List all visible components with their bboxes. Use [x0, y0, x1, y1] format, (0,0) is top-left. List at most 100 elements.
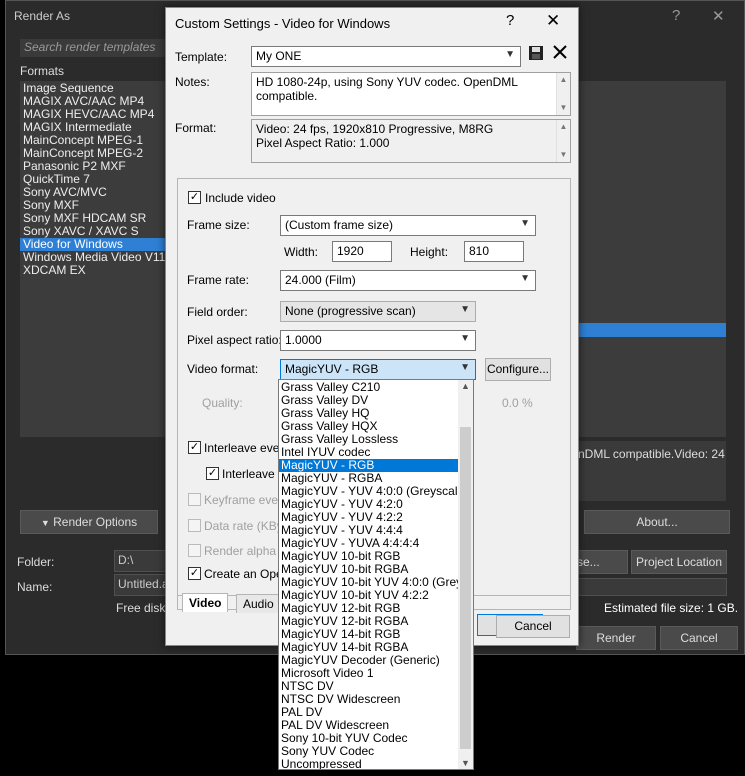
- folder-label: Folder:: [17, 555, 55, 569]
- dropdown-option[interactable]: Intel IYUV codec: [279, 446, 459, 459]
- video-format-label: Video format:: [187, 362, 259, 376]
- dropdown-option[interactable]: MagicYUV 14-bit RGB: [279, 628, 459, 641]
- field-order-value: None (progressive scan): [285, 304, 416, 318]
- interleave-sub-label: Interleave e: [222, 467, 285, 481]
- video-format-combo[interactable]: MagicYUV - RGB ▼: [280, 359, 476, 380]
- datarate-label: Data rate (KByt: [204, 519, 287, 533]
- include-video-checkbox[interactable]: ✓: [188, 191, 201, 204]
- dropdown-option[interactable]: NTSC DV Widescreen: [279, 693, 459, 706]
- include-video-label: Include video: [205, 191, 276, 205]
- dropdown-option[interactable]: Grass Valley HQX: [279, 420, 459, 433]
- dropdown-scrollbar[interactable]: ▲ ▼: [458, 380, 473, 769]
- keyframe-checkbox[interactable]: [188, 493, 201, 506]
- dropdown-option[interactable]: MagicYUV - RGBA: [279, 472, 459, 485]
- dropdown-option[interactable]: MagicYUV - YUV 4:0:0 (Greyscale): [279, 485, 459, 498]
- cancel-button[interactable]: Cancel: [660, 626, 738, 650]
- video-format-dropdown[interactable]: Grass Valley C210 Grass Valley DV Grass Va…: [278, 379, 474, 770]
- dropdown-option[interactable]: Grass Valley C210: [279, 381, 459, 394]
- field-order-combo[interactable]: None (progressive scan) ▼: [280, 301, 476, 322]
- tab-audio[interactable]: Audio: [236, 594, 281, 613]
- format-list-item[interactable]: XDCAM EX: [20, 264, 170, 277]
- quality-value: 0.0 %: [502, 396, 533, 410]
- scroll-thumb[interactable]: [460, 427, 471, 749]
- delete-icon[interactable]: [552, 44, 568, 60]
- selected-template-row[interactable]: [574, 323, 726, 337]
- dropdown-option[interactable]: MagicYUV - YUV 4:2:2: [279, 511, 459, 524]
- help-icon[interactable]: ?: [506, 12, 514, 29]
- height-input[interactable]: 810: [464, 241, 524, 262]
- frame-size-combo[interactable]: (Custom frame size) ▼: [280, 215, 536, 236]
- video-format-value: MagicYUV - RGB: [285, 362, 379, 376]
- folder-input[interactable]: D:\: [114, 550, 170, 572]
- dropdown-option[interactable]: MagicYUV - YUV 4:4:4: [279, 524, 459, 537]
- close-icon[interactable]: ✕: [712, 7, 725, 25]
- render-alpha-checkbox[interactable]: [188, 544, 201, 557]
- dropdown-option[interactable]: MagicYUV 10-bit RGBA: [279, 563, 459, 576]
- dropdown-option[interactable]: MagicYUV - YUV 4:2:0: [279, 498, 459, 511]
- save-icon[interactable]: [528, 45, 544, 61]
- path-field[interactable]: [574, 578, 727, 596]
- configure-button[interactable]: Configure...: [485, 358, 551, 381]
- frame-rate-combo[interactable]: 24.000 (Film) ▼: [280, 270, 536, 291]
- close-icon[interactable]: ✕: [546, 11, 560, 31]
- dropdown-option[interactable]: MagicYUV 12-bit RGBA: [279, 615, 459, 628]
- notes-textarea[interactable]: HD 1080-24p, using Sony YUV codec. OpenD…: [251, 72, 571, 116]
- chevron-down-icon: ▼: [460, 304, 470, 315]
- width-input[interactable]: 1920: [332, 241, 392, 262]
- dropdown-option[interactable]: PAL DV: [279, 706, 459, 719]
- chevron-down-icon: ▼: [520, 218, 530, 229]
- render-options-button[interactable]: ▼ Render Options: [20, 510, 158, 534]
- dropdown-option[interactable]: PAL DV Widescreen: [279, 719, 459, 732]
- format-scrollbar[interactable]: ▲ ▼: [556, 120, 570, 162]
- create-open-checkbox[interactable]: ✓: [188, 567, 201, 580]
- dropdown-option[interactable]: MagicYUV 10-bit YUV 4:0:0 (Greyscale): [279, 576, 459, 589]
- formats-label: Formats: [20, 64, 65, 78]
- description-text: nDML compatible.Video: 24: [578, 447, 725, 461]
- dropdown-option[interactable]: MagicYUV Decoder (Generic): [279, 654, 459, 667]
- pixel-aspect-ratio-label: Pixel aspect ratio:: [187, 333, 282, 347]
- browse-button[interactable]: se...: [574, 550, 628, 574]
- pixel-aspect-ratio-combo[interactable]: 1.0000 ▼: [280, 330, 476, 351]
- name-label: Name:: [17, 580, 53, 594]
- formats-list: Image Sequence MAGIX AVC/AAC MP4 MAGIX HEV…: [20, 81, 170, 437]
- dropdown-option[interactable]: MagicYUV - RGB: [279, 459, 459, 472]
- notes-label: Notes:: [175, 75, 210, 89]
- scroll-up-icon[interactable]: ▲: [458, 381, 473, 391]
- format-line: Video: 24 fps, 1920x810 Progressive, M8R…: [256, 122, 494, 136]
- tab-video[interactable]: Video: [182, 593, 229, 612]
- dropdown-option[interactable]: Sony 10-bit YUV Codec: [279, 732, 459, 745]
- dropdown-option[interactable]: MagicYUV 10-bit RGB: [279, 550, 459, 563]
- dropdown-option[interactable]: Grass Valley Lossless: [279, 433, 459, 446]
- width-label: Width:: [284, 245, 319, 259]
- scroll-down-icon[interactable]: ▼: [458, 758, 473, 768]
- templates-panel[interactable]: [574, 81, 726, 437]
- dropdown-option[interactable]: Sony YUV Codec: [279, 745, 459, 758]
- chevron-down-icon: ▼: [460, 362, 470, 373]
- dropdown-option[interactable]: MagicYUV 12-bit RGB: [279, 602, 459, 615]
- dropdown-option[interactable]: Uncompressed: [279, 758, 459, 769]
- search-input[interactable]: Search render templates: [20, 39, 167, 57]
- keyframe-label: Keyframe every: [204, 493, 289, 507]
- dropdown-option[interactable]: MagicYUV 10-bit YUV 4:2:2: [279, 589, 459, 602]
- help-icon[interactable]: ?: [672, 7, 680, 24]
- dropdown-option[interactable]: MagicYUV - YUVA 4:4:4:4: [279, 537, 459, 550]
- dropdown-option[interactable]: Microsoft Video 1: [279, 667, 459, 680]
- dropdown-option[interactable]: NTSC DV: [279, 680, 459, 693]
- cancel-button[interactable]: Cancel: [496, 615, 570, 638]
- frame-size-label: Frame size:: [187, 218, 250, 232]
- interleave-sub-checkbox[interactable]: ✓: [206, 467, 219, 480]
- render-button[interactable]: Render: [576, 626, 656, 650]
- frame-size-value: (Custom frame size): [285, 218, 394, 232]
- interleave-checkbox[interactable]: ✓: [188, 441, 201, 454]
- project-location-button[interactable]: Project Location: [631, 550, 727, 574]
- datarate-checkbox[interactable]: [188, 519, 201, 532]
- template-value: My ONE: [256, 49, 302, 63]
- template-combo[interactable]: My ONE ▼: [251, 46, 521, 67]
- dropdown-option[interactable]: Grass Valley DV: [279, 394, 459, 407]
- dropdown-option[interactable]: Grass Valley HQ: [279, 407, 459, 420]
- name-input[interactable]: Untitled.avi: [114, 574, 170, 596]
- dropdown-option[interactable]: MagicYUV 14-bit RGBA: [279, 641, 459, 654]
- quality-label: Quality:: [202, 396, 243, 410]
- about-button[interactable]: About...: [584, 510, 730, 534]
- notes-scrollbar[interactable]: ▲ ▼: [556, 73, 570, 115]
